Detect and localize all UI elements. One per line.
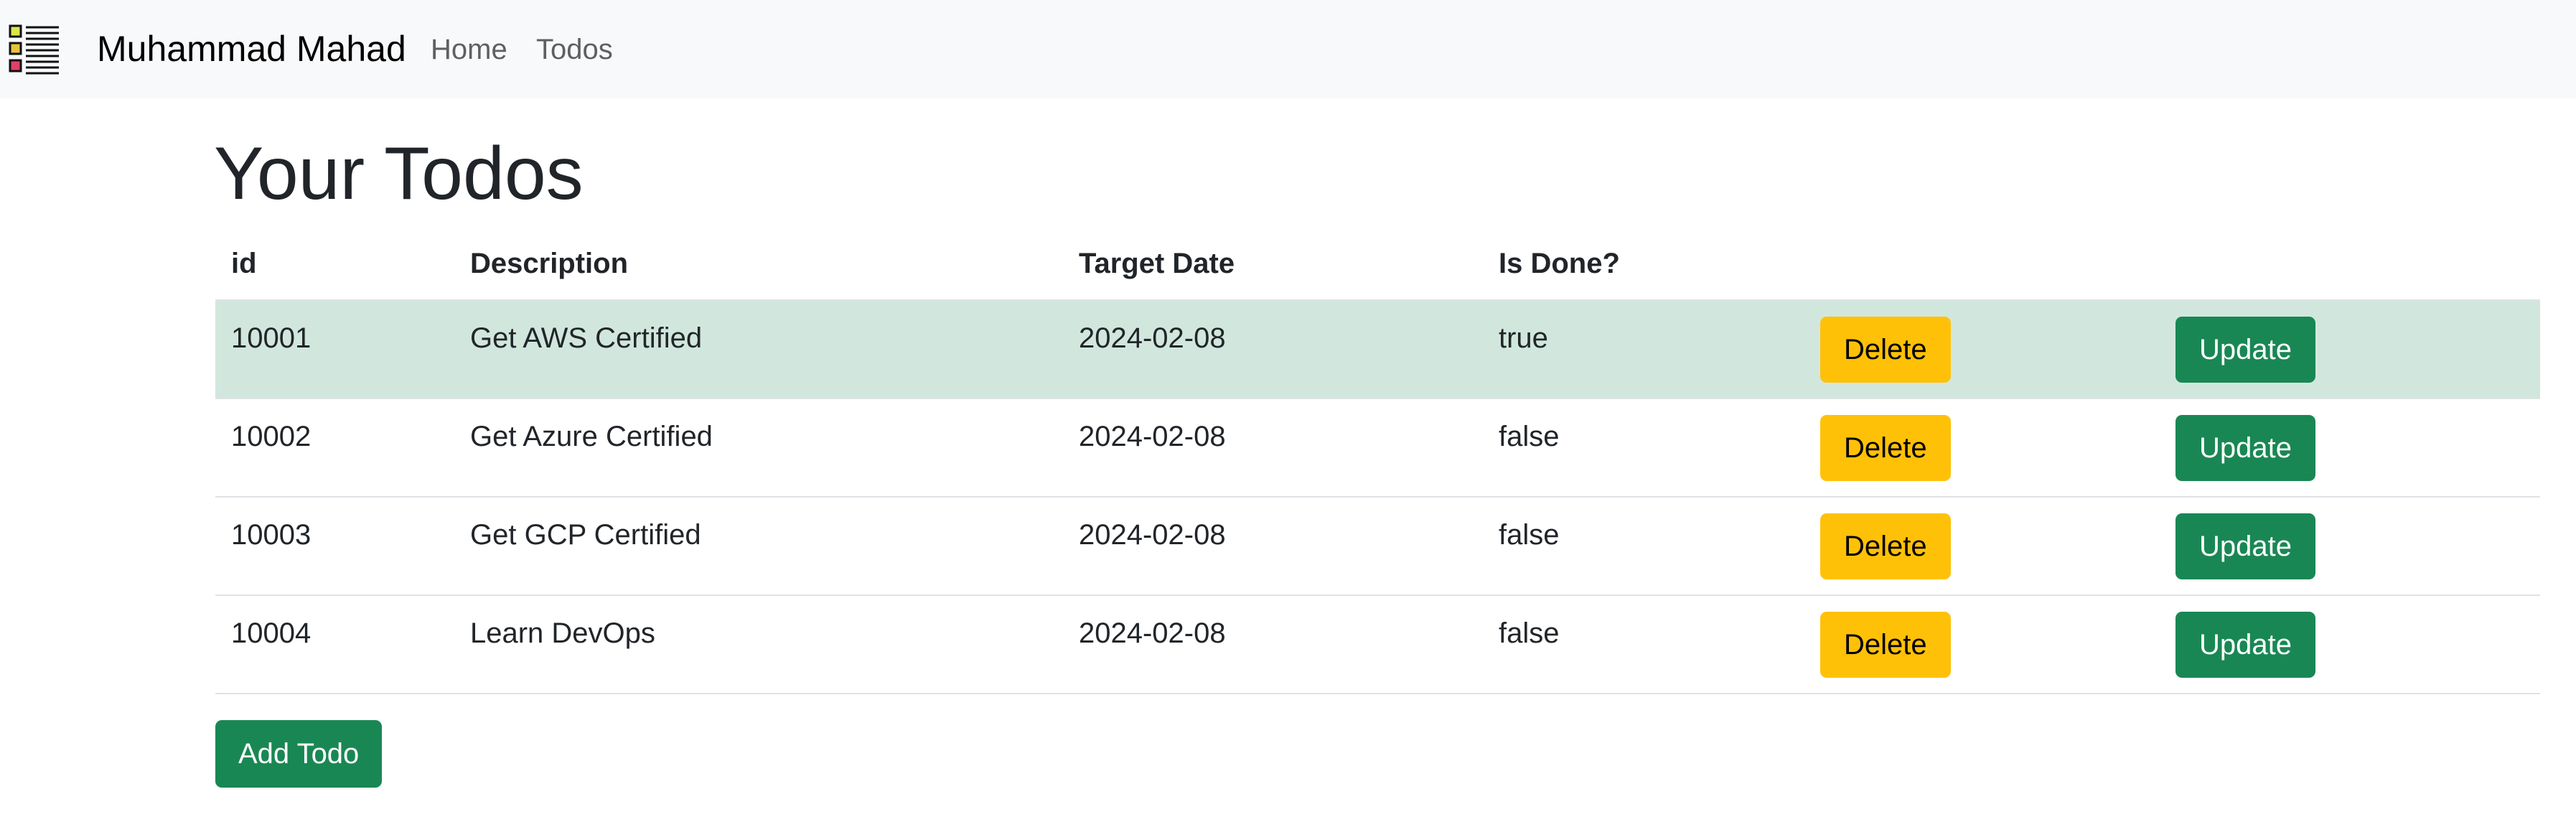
column-header-is-done: Is Done? xyxy=(1483,228,1804,301)
todo-target-date: 2024-02-08 xyxy=(1063,300,1483,399)
update-cell: Update xyxy=(2160,398,2540,498)
column-header-description: Description xyxy=(454,228,1063,301)
todo-target-date: 2024-02-08 xyxy=(1063,398,1483,498)
todo-done: false xyxy=(1483,398,1804,498)
todo-target-date: 2024-02-08 xyxy=(1063,595,1483,694)
todo-description: Get GCP Certified xyxy=(454,497,1063,596)
column-header-id: id xyxy=(215,228,454,301)
update-cell: Update xyxy=(2160,300,2540,399)
todos-table: id Description Target Date Is Done? 1000… xyxy=(215,228,2540,694)
delete-cell: Delete xyxy=(1804,300,2160,399)
delete-cell: Delete xyxy=(1804,595,2160,694)
delete-button[interactable]: Delete xyxy=(1820,316,1951,383)
navbar-brand[interactable]: Muhammad Mahad xyxy=(97,27,406,70)
table-row: 10004 Learn DevOps 2024-02-08 false Dele… xyxy=(215,595,2540,694)
navbar: Muhammad Mahad Home Todos xyxy=(0,0,2576,98)
table-header-row: id Description Target Date Is Done? xyxy=(215,228,2540,301)
update-cell: Update xyxy=(2160,497,2540,596)
todo-list-icon[interactable] xyxy=(9,23,60,75)
update-button[interactable]: Update xyxy=(2175,513,2315,579)
nav-link-todos[interactable]: Todos xyxy=(536,32,613,67)
delete-cell: Delete xyxy=(1804,398,2160,498)
todo-done: true xyxy=(1483,300,1804,399)
update-cell: Update xyxy=(2160,595,2540,694)
column-header-target-date: Target Date xyxy=(1063,228,1483,301)
update-button[interactable]: Update xyxy=(2175,316,2315,383)
todo-id: 10001 xyxy=(215,300,454,399)
delete-button[interactable]: Delete xyxy=(1820,611,1951,678)
delete-cell: Delete xyxy=(1804,497,2160,596)
todo-id: 10004 xyxy=(215,595,454,694)
todo-description: Learn DevOps xyxy=(454,595,1063,694)
add-todo-button[interactable]: Add Todo xyxy=(215,720,383,788)
todo-target-date: 2024-02-08 xyxy=(1063,497,1483,596)
update-button[interactable]: Update xyxy=(2175,414,2315,481)
nav-link-home[interactable]: Home xyxy=(431,32,507,67)
update-button[interactable]: Update xyxy=(2175,611,2315,678)
todo-description: Get AWS Certified xyxy=(454,300,1063,399)
todo-done: false xyxy=(1483,497,1804,596)
page-title: Your Todos xyxy=(214,132,584,215)
todo-id: 10003 xyxy=(215,497,454,596)
todo-description: Get Azure Certified xyxy=(454,398,1063,498)
todo-id: 10002 xyxy=(215,398,454,498)
delete-button[interactable]: Delete xyxy=(1820,513,1951,579)
table-row: 10003 Get GCP Certified 2024-02-08 false… xyxy=(215,497,2540,596)
column-header-update xyxy=(2160,228,2540,301)
delete-button[interactable]: Delete xyxy=(1820,414,1951,481)
table-row: 10002 Get Azure Certified 2024-02-08 fal… xyxy=(215,398,2540,498)
table-row: 10001 Get AWS Certified 2024-02-08 true … xyxy=(215,300,2540,399)
todo-done: false xyxy=(1483,595,1804,694)
column-header-delete xyxy=(1804,228,2160,301)
